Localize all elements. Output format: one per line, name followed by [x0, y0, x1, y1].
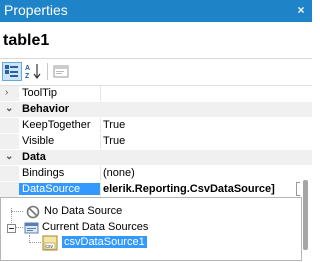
grid-row-datasource[interactable]: DataSource elerik.Reporting.CsvDataSourc… — [0, 182, 312, 197]
alphabetical-icon[interactable]: A Z — [24, 62, 44, 81]
tree-line — [29, 242, 41, 243]
chevron-down-icon[interactable]: ⌄ — [5, 103, 15, 114]
grid-row-tooltip[interactable]: › ToolTip — [0, 86, 312, 101]
category-label: Behavior — [22, 103, 70, 115]
column-divider — [100, 118, 101, 133]
property-name: Visible — [22, 135, 55, 147]
row-gutter — [0, 134, 19, 149]
grid-row-keeptogether[interactable]: KeepTogether True — [0, 118, 312, 133]
row-gutter — [0, 182, 19, 197]
svg-text:Z: Z — [25, 73, 30, 80]
property-name: Bindings — [22, 167, 65, 179]
column-divider — [100, 134, 101, 149]
property-value[interactable]: (none) — [103, 167, 135, 179]
tree-line — [11, 211, 23, 212]
property-name: DataSource — [19, 183, 100, 195]
row-gutter — [0, 166, 19, 181]
property-pages-icon[interactable] — [52, 62, 72, 81]
chevron-down-icon[interactable]: ⌄ — [5, 151, 15, 162]
tree-item-csvdatasource1[interactable]: csv csvDataSource1 — [42, 235, 162, 251]
chevron-right-icon[interactable]: › — [5, 87, 15, 98]
no-entry-icon — [26, 205, 40, 219]
svg-text:A: A — [25, 65, 30, 72]
column-divider — [100, 166, 101, 181]
categorized-icon[interactable] — [2, 62, 22, 81]
tree-item-label: No Data Source — [44, 205, 123, 217]
category-row-data[interactable]: ⌄ Data — [0, 150, 312, 165]
selected-object-name: table1 — [3, 32, 50, 49]
data-sources-icon — [24, 222, 39, 234]
close-icon[interactable]: × — [295, 3, 307, 17]
grid-row-bindings[interactable]: Bindings (none) — [0, 166, 312, 181]
scrollbar-thumb[interactable] — [303, 180, 308, 250]
tree-item-label: Current Data Sources — [42, 221, 149, 233]
property-value[interactable]: True — [103, 119, 125, 131]
csv-icon: csv — [42, 235, 58, 251]
property-toolbar: A Z — [0, 58, 312, 86]
svg-text:csv: csv — [46, 244, 54, 250]
property-value[interactable]: elerik.Reporting.CsvDataSource] — [103, 183, 275, 195]
tree-item-no-data-source[interactable]: No Data Source — [24, 204, 164, 220]
category-label: Data — [22, 151, 46, 163]
collapse-icon[interactable] — [7, 224, 16, 233]
property-name: KeepTogether — [22, 119, 91, 131]
property-name: ToolTip — [22, 87, 58, 99]
property-value[interactable]: True — [103, 135, 125, 147]
window-title: Properties — [4, 2, 68, 18]
datasource-dropdown: No Data Source Current Data Sources csv … — [0, 197, 302, 261]
tree-item-current-data-sources[interactable]: Current Data Sources — [4, 220, 174, 236]
category-row-behavior[interactable]: ⌄ Behavior — [0, 102, 312, 117]
tree-item-label: csvDataSource1 — [62, 236, 147, 248]
property-grid: › ToolTip ⌄ Behavior KeepTogether True V… — [0, 85, 312, 197]
column-divider — [100, 182, 101, 197]
toolbar-separator — [47, 63, 48, 80]
title-bar: Properties × — [0, 0, 312, 22]
column-divider — [100, 86, 101, 101]
grid-row-visible[interactable]: Visible True — [0, 134, 312, 149]
row-gutter — [0, 118, 19, 133]
